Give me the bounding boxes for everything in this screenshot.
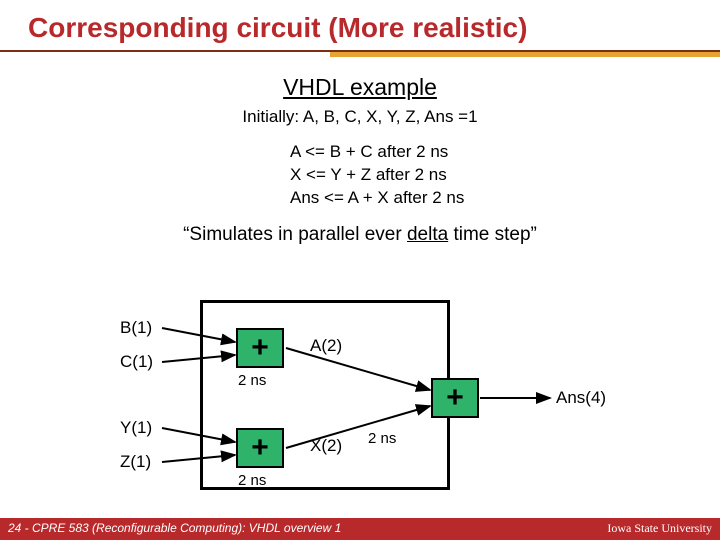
slide-footer: 24 - CPRE 583 (Reconfigurable Computing)… bbox=[0, 518, 720, 540]
footer-right: Iowa State University bbox=[607, 521, 712, 537]
code-line: Ans <= A + X after 2 ns bbox=[290, 187, 590, 210]
subtitle: VHDL example bbox=[0, 74, 720, 101]
simulate-note: “Simulates in parallel ever delta time s… bbox=[0, 224, 720, 246]
slide-title: Corresponding circuit (More realistic) bbox=[0, 0, 720, 50]
signal-a: A(2) bbox=[310, 336, 342, 356]
adder-top: + bbox=[236, 328, 284, 368]
delta-word: delta bbox=[407, 224, 448, 245]
delay-label: 2 ns bbox=[368, 430, 396, 447]
code-line: X <= Y + Z after 2 ns bbox=[290, 164, 590, 187]
adder-bottom: + bbox=[236, 428, 284, 468]
text: “Simulates in parallel ever bbox=[183, 224, 407, 245]
code-line: A <= B + C after 2 ns bbox=[290, 141, 590, 164]
vhdl-code: A <= B + C after 2 ns X <= Y + Z after 2… bbox=[290, 141, 590, 210]
title-rule bbox=[0, 50, 720, 60]
footer-left: 24 - CPRE 583 (Reconfigurable Computing)… bbox=[8, 521, 341, 537]
signal-y: Y(1) bbox=[120, 418, 152, 438]
delay-label: 2 ns bbox=[238, 472, 266, 489]
circuit-diagram: B(1) C(1) Y(1) Z(1) + 2 ns + 2 ns A(2) X… bbox=[120, 300, 660, 500]
adder-output: + bbox=[431, 378, 479, 418]
text: time step” bbox=[448, 224, 537, 245]
signal-ans: Ans(4) bbox=[556, 388, 606, 408]
initial-values: Initially: A, B, C, X, Y, Z, Ans =1 bbox=[0, 107, 720, 127]
delay-label: 2 ns bbox=[238, 372, 266, 389]
signal-b: B(1) bbox=[120, 318, 152, 338]
signal-x: X(2) bbox=[310, 436, 342, 456]
signal-z: Z(1) bbox=[120, 452, 151, 472]
signal-c: C(1) bbox=[120, 352, 153, 372]
